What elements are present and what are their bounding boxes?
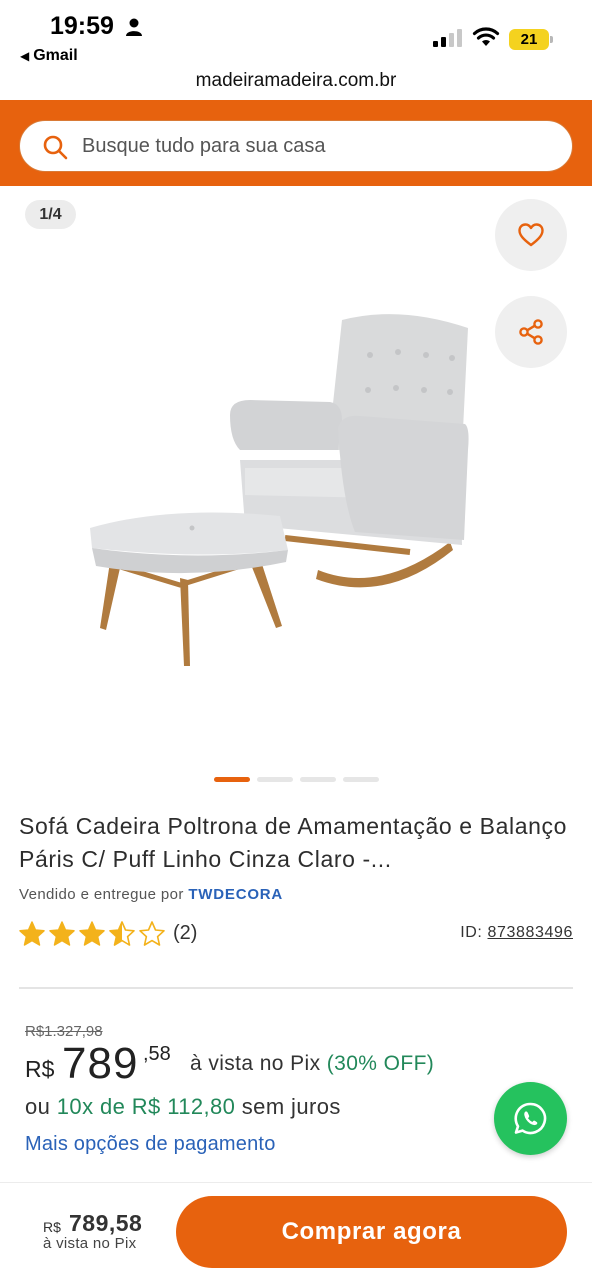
share-button[interactable]: [495, 296, 567, 368]
share-icon: [519, 319, 543, 345]
bottom-buy-bar: R$ 789,58 à vista no Pix Comprar agora: [0, 1182, 592, 1280]
pix-text: à vista no Pix: [190, 1052, 321, 1075]
status-bar: 19:59 ◀ Gmail 21 madeiramadeira.com.br: [0, 0, 592, 100]
product-title: Sofá Cadeira Poltrona de Amamentação e B…: [19, 813, 567, 872]
star-full-icon: [19, 921, 45, 946]
site-header: Busque tudo para sua casa: [0, 100, 592, 186]
battery-icon: 21: [509, 29, 553, 50]
whatsapp-icon: [514, 1102, 547, 1135]
star-full-icon: [79, 921, 105, 946]
divider: [19, 987, 573, 989]
bottom-price: 789,58: [69, 1210, 143, 1236]
seller-prefix: Vendido e entregue por: [19, 886, 184, 903]
cellular-signal-icon: [433, 29, 462, 47]
star-empty-icon: [139, 921, 165, 946]
product-id-label: ID:: [460, 924, 483, 941]
wifi-icon: [472, 27, 500, 46]
old-price: R$1.327,98: [25, 1023, 103, 1040]
buy-now-button[interactable]: Comprar agora: [176, 1196, 567, 1268]
installment-line: ou 10x de R$ 112,80 sem juros: [25, 1094, 341, 1120]
bottom-price-currency: R$: [43, 1219, 61, 1235]
product-image[interactable]: [80, 300, 480, 680]
whatsapp-button[interactable]: [494, 1082, 567, 1155]
seller-link[interactable]: TWDECORA: [188, 886, 283, 903]
back-arrow-icon: ◀: [20, 49, 30, 63]
back-app-label: Gmail: [33, 47, 78, 64]
product-id: ID: 873883496: [460, 924, 573, 942]
pagination-dot[interactable]: [300, 777, 336, 782]
review-count[interactable]: (2): [173, 922, 197, 945]
star-half-icon: [109, 921, 135, 946]
status-time: 19:59: [50, 12, 114, 40]
pagination-dot[interactable]: [257, 777, 293, 782]
pix-discount: (30% OFF): [326, 1052, 435, 1075]
heart-icon: [518, 223, 544, 247]
star-full-icon: [49, 921, 75, 946]
pagination-dot[interactable]: [214, 777, 250, 782]
bottom-pix-label: à vista no Pix: [43, 1235, 137, 1252]
back-to-app-link[interactable]: ◀ Gmail: [20, 47, 78, 65]
person-icon: [126, 18, 142, 36]
browser-url[interactable]: madeiramadeira.com.br: [0, 70, 592, 92]
favorite-button[interactable]: [495, 199, 567, 271]
price-integer: 789: [62, 1039, 139, 1088]
image-counter: 1/4: [25, 200, 76, 229]
installment-suffix: sem juros: [241, 1094, 341, 1119]
installment-prefix: ou: [25, 1094, 51, 1119]
search-icon: [43, 135, 68, 160]
price-currency: R$: [25, 1056, 55, 1082]
product-id-value[interactable]: 873883496: [488, 924, 574, 941]
more-payment-options-link[interactable]: Mais opções de pagamento: [25, 1133, 276, 1156]
search-placeholder: Busque tudo para sua casa: [82, 135, 326, 157]
installment-value: 10x de R$ 112,80: [56, 1094, 236, 1119]
battery-level: 21: [509, 29, 549, 50]
seller-line: Vendido e entregue por TWDECORA: [19, 886, 283, 903]
pagination-dot[interactable]: [343, 777, 379, 782]
price-cents: ,58: [143, 1043, 171, 1065]
search-input[interactable]: Busque tudo para sua casa: [19, 120, 573, 172]
pix-label: à vista no Pix (30% OFF): [190, 1052, 434, 1076]
